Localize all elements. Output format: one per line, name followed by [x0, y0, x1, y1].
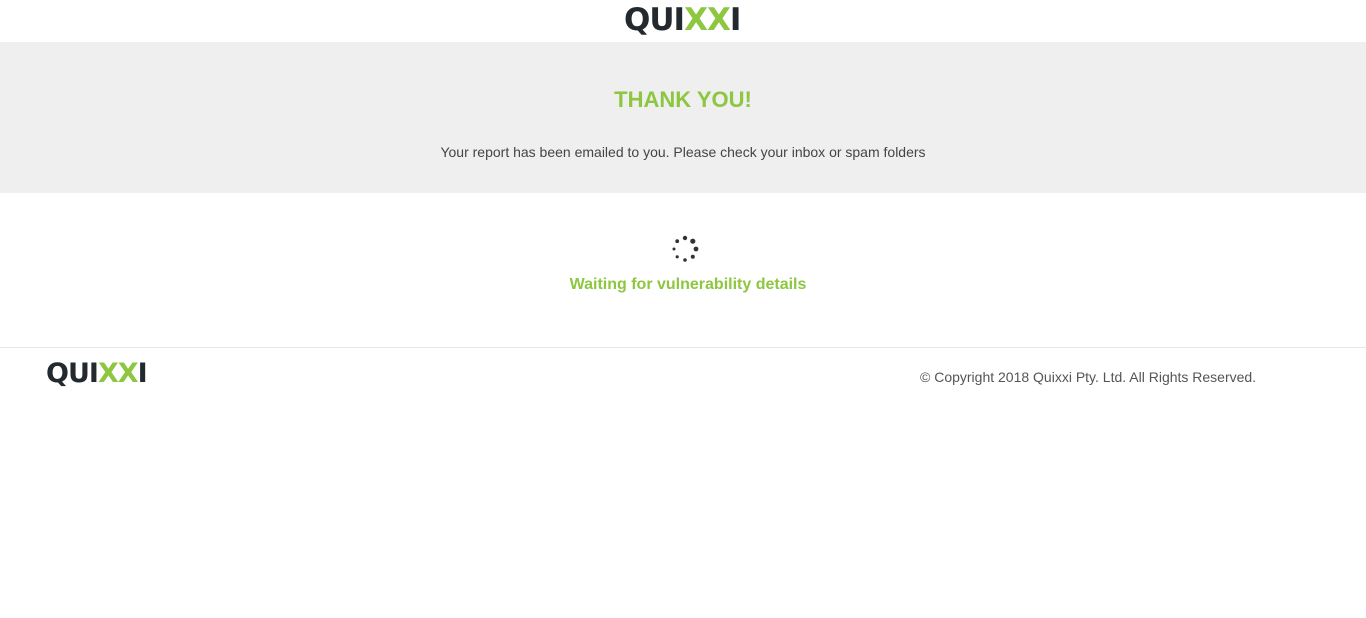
- logo-text-accent: XX: [684, 2, 731, 38]
- footer-logo-text-end: I: [137, 358, 148, 389]
- logo-text-start: QUI: [624, 2, 685, 38]
- report-emailed-message: Your report has been emailed to you. Ple…: [440, 144, 926, 160]
- copyright-text: © Copyright 2018 Quixxi Pty. Ltd. All Ri…: [920, 369, 1257, 385]
- footer-quixxi-logo[interactable]: QUI XX I: [46, 358, 148, 389]
- waiting-status-text: Waiting for vulnerability details: [569, 276, 807, 293]
- footer-divider: [0, 347, 1366, 348]
- footer-logo-text-start: QUI: [46, 358, 99, 389]
- page-header: QUI XX I: [0, 0, 1366, 42]
- loading-spinner-icon: [672, 235, 699, 262]
- thank-you-banner: THANK YOU! Your report has been emailed …: [0, 42, 1366, 193]
- quixxi-logo[interactable]: QUI XX I: [624, 2, 742, 38]
- logo-text-end: I: [729, 2, 742, 38]
- thank-you-title: THANK YOU!: [614, 87, 752, 112]
- footer-logo-text-accent: XX: [97, 358, 139, 389]
